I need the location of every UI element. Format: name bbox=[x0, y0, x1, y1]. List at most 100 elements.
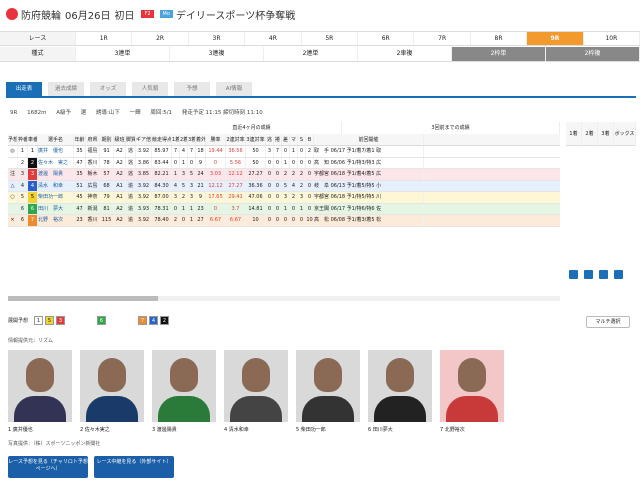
cell-name[interactable]: 佐々木 実之 bbox=[38, 157, 74, 168]
race-prediction-button[interactable]: レース予想を見る（チャリロト予想ページへ） bbox=[8, 456, 88, 478]
tab-ai-info[interactable]: AI情報 bbox=[216, 82, 252, 96]
cell-q3: 10 bbox=[246, 215, 266, 226]
select-all-1st-button[interactable] bbox=[569, 270, 578, 279]
morning-badge: Mo bbox=[159, 10, 173, 18]
col-yoso: 予想 bbox=[8, 134, 18, 145]
col-2ren: 2連対率 bbox=[226, 134, 246, 145]
line-car-6: 6 bbox=[97, 316, 107, 325]
cell-win: 3.03 bbox=[206, 169, 226, 180]
table-group-header: 直近4ヶ月の成績 3回前までの成績 bbox=[8, 122, 560, 134]
bet-type-3renpuku[interactable]: 3連複 bbox=[170, 47, 264, 61]
rider-portrait bbox=[80, 350, 144, 422]
cell-prev: 高 知 06/06 予1/特3/特3 広 bbox=[314, 157, 424, 168]
race-number: 9R bbox=[10, 110, 18, 116]
col-waku: 枠番 bbox=[18, 134, 28, 145]
select-all-box-button[interactable] bbox=[614, 270, 623, 279]
cell-gear: 3.92 bbox=[136, 215, 152, 226]
select-all-2nd-button[interactable] bbox=[584, 270, 593, 279]
race-tab-10[interactable]: 10R bbox=[584, 32, 640, 45]
cell-q2: 27.27 bbox=[226, 180, 246, 191]
cell-name[interactable]: 清水 和幸 bbox=[38, 180, 74, 191]
race-tab-4[interactable]: 4R bbox=[245, 32, 302, 45]
tab-popularity[interactable]: 人気順 bbox=[132, 82, 168, 96]
cell-k2: 0 bbox=[274, 157, 282, 168]
cell-q2: 6.67 bbox=[226, 215, 246, 226]
rider-photo: 3 渡邊陽貴 bbox=[152, 350, 216, 433]
rider-photo: 4 清水和幸 bbox=[224, 350, 288, 433]
cell-grade: A2 bbox=[114, 157, 126, 168]
cell-b: 0 bbox=[306, 157, 314, 168]
cell-k3: 1 bbox=[282, 157, 290, 168]
race-stream-button[interactable]: レース中継を見る（外部サイト） bbox=[94, 456, 174, 478]
cell-grade: A2 bbox=[114, 146, 126, 157]
cell-q3: 36.36 bbox=[246, 180, 266, 191]
cell-k3: 5 bbox=[282, 180, 290, 191]
cell-wo: 9 bbox=[196, 192, 206, 203]
race-tab-5[interactable]: 5R bbox=[302, 32, 359, 45]
bet-type-2wakutan[interactable]: 2枠単 bbox=[452, 47, 546, 61]
cell-k3: 0 bbox=[282, 146, 290, 157]
race-tab-2[interactable]: 2R bbox=[132, 32, 189, 45]
table-row: 注 3 3 渡邊 陽貴 35 栃木 57 A2 逃 3.85 82.21 1 3 5 24 3.03 12.12… bbox=[8, 169, 560, 181]
bet-type-3rentan[interactable]: 3連単 bbox=[76, 47, 170, 61]
cell-win: 6.67 bbox=[206, 215, 226, 226]
race-tab-6[interactable]: 6R bbox=[358, 32, 415, 45]
cell-w2: 3 bbox=[180, 169, 188, 180]
cell-term: 79 bbox=[100, 192, 114, 203]
cell-pref: 香川 bbox=[86, 157, 100, 168]
cell-pref: 福島 bbox=[86, 146, 100, 157]
cell-k4: 2 bbox=[290, 169, 298, 180]
cell-name[interactable]: 田川 夢大 bbox=[38, 203, 74, 214]
line-prediction-label: 展開予想 bbox=[8, 318, 29, 324]
cell-w1: 1 bbox=[172, 169, 180, 180]
cell-q2: 5.56 bbox=[226, 157, 246, 168]
bet-col-3rd: 3着 bbox=[598, 121, 614, 146]
cell-grade: A1 bbox=[114, 180, 126, 191]
group-recent-header: 直近4ヶ月の成績 bbox=[162, 122, 342, 134]
bet-type-2shafuku[interactable]: 2車複 bbox=[358, 47, 452, 61]
tab-odds[interactable]: オッズ bbox=[90, 82, 126, 96]
cell-pref: 神奈 bbox=[86, 192, 100, 203]
cell-mark bbox=[8, 203, 18, 214]
col-pref: 府県 bbox=[86, 134, 100, 145]
cell-name[interactable]: 柴田功一郎 bbox=[38, 192, 74, 203]
race-tab-8[interactable]: 8R bbox=[471, 32, 528, 45]
col-3ren: 3連対率 bbox=[246, 134, 266, 145]
cell-name[interactable]: 廣井 優也 bbox=[38, 146, 74, 157]
cell-age: 45 bbox=[74, 192, 86, 203]
cell-name[interactable]: 北野 裕次 bbox=[38, 215, 74, 226]
select-all-3rd-button[interactable] bbox=[599, 270, 608, 279]
bet-type-2rentan[interactable]: 2連単 bbox=[264, 47, 358, 61]
cell-score: 85.97 bbox=[152, 146, 172, 157]
cell-gear: 3.92 bbox=[136, 180, 152, 191]
cell-car: 1 bbox=[28, 146, 38, 157]
race-tab-9[interactable]: 9R bbox=[527, 32, 584, 45]
cell-k2: 7 bbox=[274, 146, 282, 157]
tab-past-results[interactable]: 過去成績 bbox=[48, 82, 84, 96]
race-tab-1[interactable]: 1R bbox=[76, 32, 133, 45]
scrollbar-thumb[interactable] bbox=[8, 296, 158, 301]
cell-car: 5 bbox=[28, 192, 38, 203]
cell-name[interactable]: 渡邊 陽貴 bbox=[38, 169, 74, 180]
cell-win: 19.44 bbox=[206, 146, 226, 157]
cell-w3: 1 bbox=[188, 203, 196, 214]
race-tab-3[interactable]: 3R bbox=[189, 32, 246, 45]
table-scrollbar[interactable] bbox=[8, 296, 560, 301]
page-header: 防府競輪 06月26日 初日 F2 Mo デイリースポーツ杯争奪戦 bbox=[0, 0, 640, 28]
race-tab-7[interactable]: 7R bbox=[414, 32, 471, 45]
cell-w3: 1 bbox=[188, 215, 196, 226]
cell-win: 0 bbox=[206, 157, 226, 168]
col-name: 選手名 bbox=[38, 134, 74, 145]
cell-k1: 0 bbox=[266, 157, 274, 168]
tab-entry-list[interactable]: 出走表 bbox=[6, 82, 42, 96]
cell-b: 2 bbox=[306, 146, 314, 157]
bet-type-2wakufuku[interactable]: 2枠複 bbox=[546, 47, 640, 61]
cell-w1: 0 bbox=[172, 203, 180, 214]
cell-age: 35 bbox=[74, 146, 86, 157]
cell-pref: 香川 bbox=[86, 215, 100, 226]
tab-prediction[interactable]: 予想 bbox=[174, 82, 210, 96]
cell-age: 47 bbox=[74, 157, 86, 168]
cell-mark: × bbox=[8, 215, 18, 226]
multi-select-checkbox[interactable]: マルチ選択 bbox=[586, 316, 630, 328]
cell-win: 12.12 bbox=[206, 180, 226, 191]
